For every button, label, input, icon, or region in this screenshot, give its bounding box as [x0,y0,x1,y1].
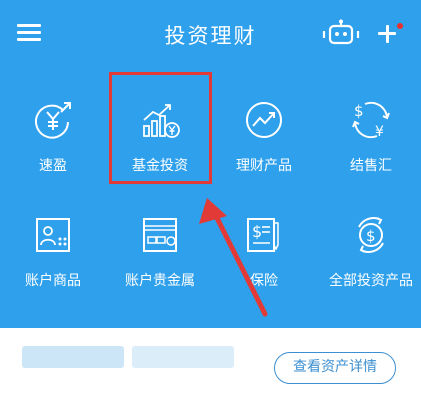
currency-exchange-icon: $ ¥ [352,101,390,140]
grid-item-all-products[interactable]: $ 全部投资产品 [318,215,421,305]
svg-text:$: $ [366,227,376,245]
masked-info [132,346,234,368]
trend-up-icon [246,102,282,138]
grid-item-label: 理财产品 [236,158,292,174]
grid-item-wealth-products[interactable]: 理财产品 [211,100,317,190]
grid-item-label: 账户商品 [25,273,81,289]
top-bar: 投资理财 [0,0,421,70]
grid-item-label: 全部投资产品 [329,273,413,289]
account-goods-icon [36,218,70,252]
grid-item-label: 速盈 [39,158,67,174]
svg-text:¥: ¥ [375,124,384,140]
grid-item-account-commodities[interactable]: 账户商品 [0,215,106,305]
grid-item-suying[interactable]: 速盈 [0,100,106,190]
plus-icon[interactable] [375,22,399,46]
all-products-icon: $ [358,217,384,253]
precious-metal-icon [143,218,177,252]
robot-icon[interactable] [322,19,360,47]
yuan-arrows-icon [35,102,71,139]
notification-dot [397,23,403,29]
masked-info [22,346,124,368]
pointer-arrow-icon [199,198,268,317]
grid-item-label: 结售汇 [350,158,392,174]
view-asset-details-button[interactable]: 查看资产详情 [274,352,396,384]
svg-text:$: $ [354,102,364,120]
asset-summary-bar: 查看资产详情 [0,328,421,401]
highlight-box [109,72,212,184]
grid-item-fx-settlement[interactable]: $ ¥ 结售汇 [318,100,421,190]
